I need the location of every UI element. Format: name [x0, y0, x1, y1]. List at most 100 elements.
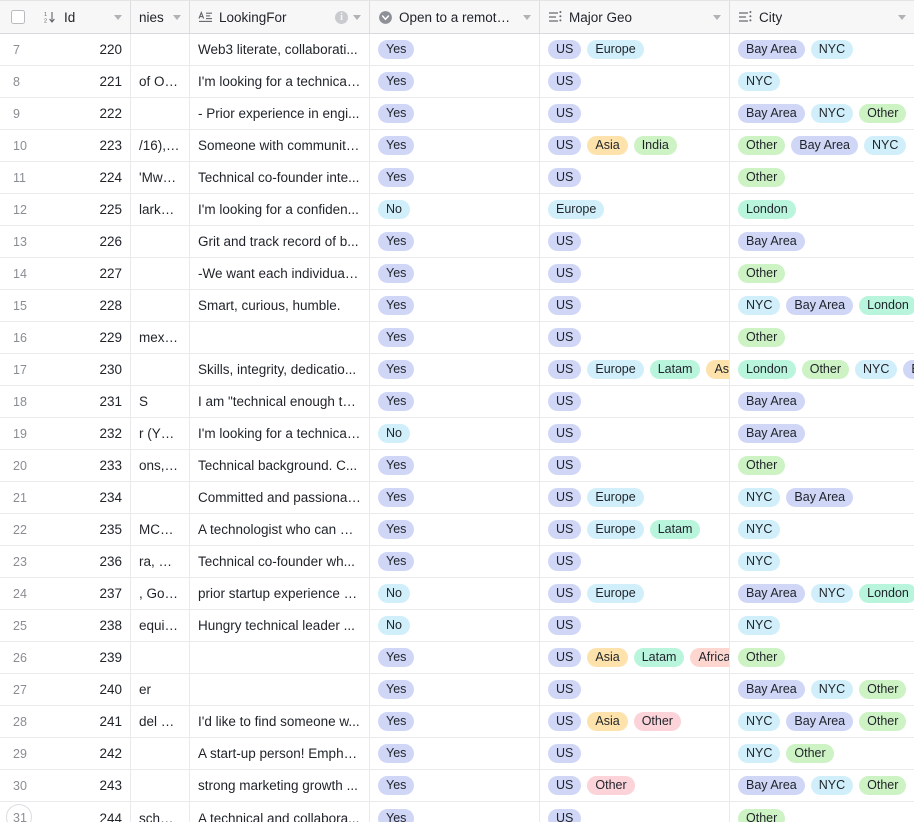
cell-id[interactable]: 239 — [36, 642, 131, 673]
column-header-major-geo[interactable]: Major Geo — [540, 1, 730, 33]
cell-major-geo[interactable]: US — [540, 258, 730, 289]
table-row[interactable]: 20 233 ons, Ct... Technical background. C..… — [0, 450, 914, 482]
row-select-cell[interactable]: 31 — [0, 802, 36, 822]
cell-companies[interactable]: of On... — [131, 66, 190, 97]
cell-lookingfor[interactable]: I'm looking for a technical... — [190, 66, 370, 97]
cell-open-remote[interactable]: Yes — [370, 514, 540, 545]
cell-major-geo[interactable]: US — [540, 610, 730, 641]
cell-major-geo[interactable]: US — [540, 802, 730, 822]
cell-open-remote[interactable]: No — [370, 578, 540, 609]
cell-city[interactable]: Bay Area NYC Other — [730, 674, 914, 705]
column-header-city[interactable]: City — [730, 1, 914, 33]
row-select-cell[interactable]: 19 — [0, 418, 36, 449]
cell-city[interactable]: NYC Bay Area Other — [730, 706, 914, 737]
cell-companies[interactable]: mex, ... — [131, 322, 190, 353]
cell-city[interactable]: Other — [730, 642, 914, 673]
row-select-cell[interactable]: 30 — [0, 770, 36, 801]
table-row[interactable]: 13 226 Grit and track record of b... Yes US B… — [0, 226, 914, 258]
cell-lookingfor[interactable]: Smart, curious, humble. — [190, 290, 370, 321]
cell-id[interactable]: 242 — [36, 738, 131, 769]
row-select-cell[interactable]: 21 — [0, 482, 36, 513]
cell-major-geo[interactable]: US — [540, 162, 730, 193]
row-select-cell[interactable]: 14 — [0, 258, 36, 289]
cell-city[interactable]: Bay Area — [730, 418, 914, 449]
cell-city[interactable]: NYC — [730, 514, 914, 545]
table-row[interactable]: 23 236 ra, Ne... Technical co-founder wh...… — [0, 546, 914, 578]
cell-lookingfor[interactable]: -We want each individual ... — [190, 258, 370, 289]
table-row[interactable]: 14 227 -We want each individual ... Yes US Ot… — [0, 258, 914, 290]
cell-id[interactable]: 222 — [36, 98, 131, 129]
cell-companies[interactable]: sche B... — [131, 802, 190, 822]
cell-open-remote[interactable]: Yes — [370, 450, 540, 481]
cell-lookingfor[interactable]: strong marketing growth ... — [190, 770, 370, 801]
cell-open-remote[interactable]: Yes — [370, 130, 540, 161]
cell-major-geo[interactable]: US — [540, 226, 730, 257]
cell-open-remote[interactable]: Yes — [370, 546, 540, 577]
cell-id[interactable]: 244 — [36, 802, 131, 822]
cell-lookingfor[interactable]: Grit and track record of b... — [190, 226, 370, 257]
cell-companies[interactable] — [131, 226, 190, 257]
cell-major-geo[interactable]: US Asia India — [540, 130, 730, 161]
table-row[interactable]: 7 220 Web3 literate, collaborati... Yes US Eu… — [0, 34, 914, 66]
table-row[interactable]: 30 243 strong marketing growth ... Yes US Oth… — [0, 770, 914, 802]
column-header-open-remote-controls[interactable] — [517, 14, 531, 20]
chevron-down-icon[interactable] — [173, 14, 181, 20]
chevron-down-icon[interactable] — [713, 14, 721, 20]
row-select-cell[interactable]: 27 — [0, 674, 36, 705]
table-row[interactable]: 22 235 MCha... A technologist who can m... Y… — [0, 514, 914, 546]
cell-id[interactable]: 240 — [36, 674, 131, 705]
cell-id[interactable]: 230 — [36, 354, 131, 385]
cell-city[interactable]: Bay Area NYC — [730, 34, 914, 65]
cell-lookingfor[interactable]: Technical background. C... — [190, 450, 370, 481]
cell-major-geo[interactable]: US Europe — [540, 34, 730, 65]
cell-lookingfor[interactable]: I'm looking for a confiden... — [190, 194, 370, 225]
cell-companies[interactable] — [131, 354, 190, 385]
cell-city[interactable]: Bay Area — [730, 226, 914, 257]
cell-major-geo[interactable]: US — [540, 418, 730, 449]
row-select-cell[interactable]: 11 — [0, 162, 36, 193]
cell-id[interactable]: 236 — [36, 546, 131, 577]
table-row[interactable]: 27 240 er Yes US Bay Area NYC Other — [0, 674, 914, 706]
cell-companies[interactable] — [131, 770, 190, 801]
cell-lookingfor[interactable]: I'm looking for a technical... — [190, 418, 370, 449]
cell-lookingfor[interactable]: Skills, integrity, dedicatio... — [190, 354, 370, 385]
row-select-cell[interactable]: 25 — [0, 610, 36, 641]
table-row[interactable]: 10 223/16), P... Someone with community...… — [0, 130, 914, 162]
table-row[interactable]: 11 224 'Mwar... Technical co-founder inte..… — [0, 162, 914, 194]
cell-id[interactable]: 237 — [36, 578, 131, 609]
chevron-down-icon[interactable] — [898, 14, 906, 20]
row-select-cell[interactable]: 16 — [0, 322, 36, 353]
cell-id[interactable]: 241 — [36, 706, 131, 737]
cell-lookingfor[interactable]: A start-up person! Empha... — [190, 738, 370, 769]
cell-city[interactable]: Other Bay Area NYC — [730, 130, 914, 161]
cell-major-geo[interactable]: US Europe — [540, 578, 730, 609]
cell-major-geo[interactable]: US — [540, 738, 730, 769]
cell-lookingfor[interactable]: Web3 literate, collaborati... — [190, 34, 370, 65]
cell-open-remote[interactable]: Yes — [370, 162, 540, 193]
table-row[interactable]: 18 231 S I am "technical enough to... Yes US B… — [0, 386, 914, 418]
cell-open-remote[interactable]: Yes — [370, 642, 540, 673]
cell-city[interactable]: Other — [730, 258, 914, 289]
column-header-open-remote[interactable]: Open to a remote C... — [370, 1, 540, 33]
cell-id[interactable]: 229 — [36, 322, 131, 353]
cell-id[interactable]: 234 — [36, 482, 131, 513]
row-select-cell[interactable]: 8 — [0, 66, 36, 97]
row-select-cell[interactable]: 12 — [0, 194, 36, 225]
row-select-cell[interactable]: 7 — [0, 34, 36, 65]
cell-lookingfor[interactable]: Someone with community... — [190, 130, 370, 161]
row-select-cell[interactable]: 23 — [0, 546, 36, 577]
chevron-down-icon[interactable] — [353, 14, 361, 20]
table-row[interactable]: 25 238 equity, ... Hungry technical leader … — [0, 610, 914, 642]
cell-major-geo[interactable]: US — [540, 290, 730, 321]
cell-lookingfor[interactable]: Technical co-founder wh... — [190, 546, 370, 577]
cell-major-geo[interactable]: US — [540, 322, 730, 353]
cell-lookingfor[interactable] — [190, 642, 370, 673]
cell-companies[interactable] — [131, 482, 190, 513]
cell-companies[interactable]: larketF... — [131, 194, 190, 225]
cell-lookingfor[interactable]: Hungry technical leader ... — [190, 610, 370, 641]
column-header-companies[interactable]: nies — [131, 1, 190, 33]
cell-open-remote[interactable]: Yes — [370, 738, 540, 769]
table-row[interactable]: 29 242 A start-up person! Empha... Yes US NYC… — [0, 738, 914, 770]
cell-city[interactable]: Bay Area NYC Other — [730, 770, 914, 801]
chevron-down-icon[interactable] — [114, 14, 122, 20]
